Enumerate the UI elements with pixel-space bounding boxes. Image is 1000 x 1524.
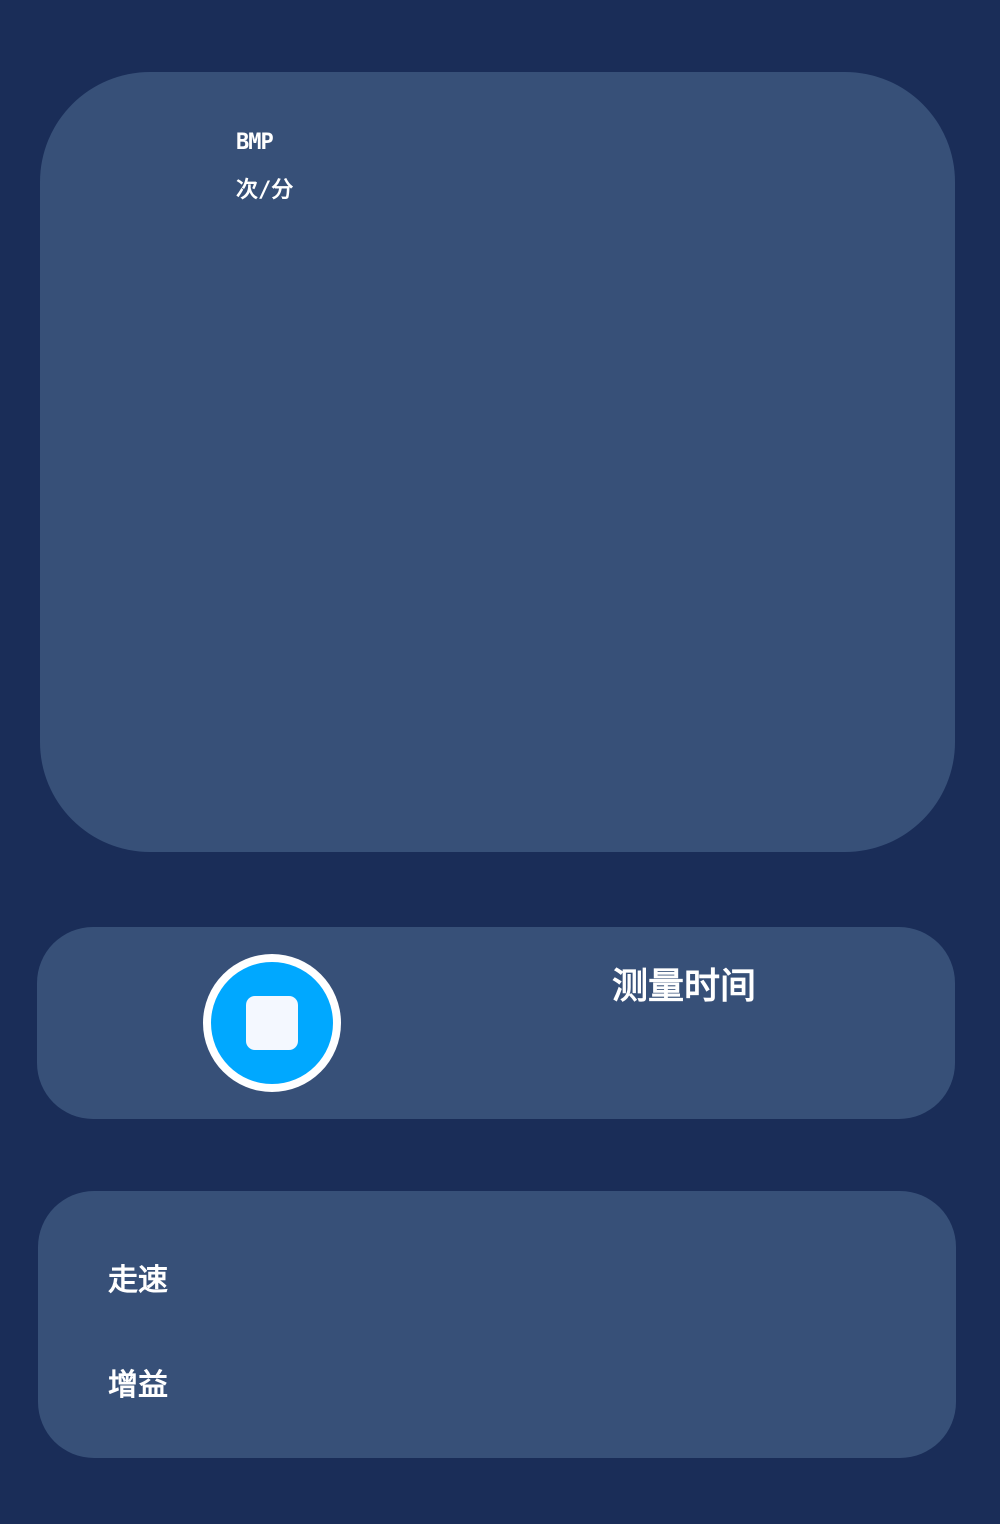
stop-button-circle xyxy=(211,962,333,1084)
measure-time-label: 测量时间 xyxy=(612,965,757,1007)
measurement-control-panel: 测量时间 xyxy=(37,927,955,1119)
stop-measurement-button[interactable] xyxy=(203,954,341,1092)
sweep-speed-setting[interactable]: 走速 xyxy=(108,1257,308,1305)
gain-label: 增益 xyxy=(108,1368,168,1403)
gain-setting[interactable]: 增益 xyxy=(108,1362,308,1410)
stop-icon xyxy=(246,996,298,1050)
sweep-speed-label: 走速 xyxy=(108,1263,168,1298)
bpm-unit: 次/分 xyxy=(236,178,294,203)
bpm-label: BMP xyxy=(236,130,274,155)
settings-panel: 走速 增益 xyxy=(38,1191,956,1458)
ecg-monitor-panel: BMP 次/分 xyxy=(40,72,955,852)
